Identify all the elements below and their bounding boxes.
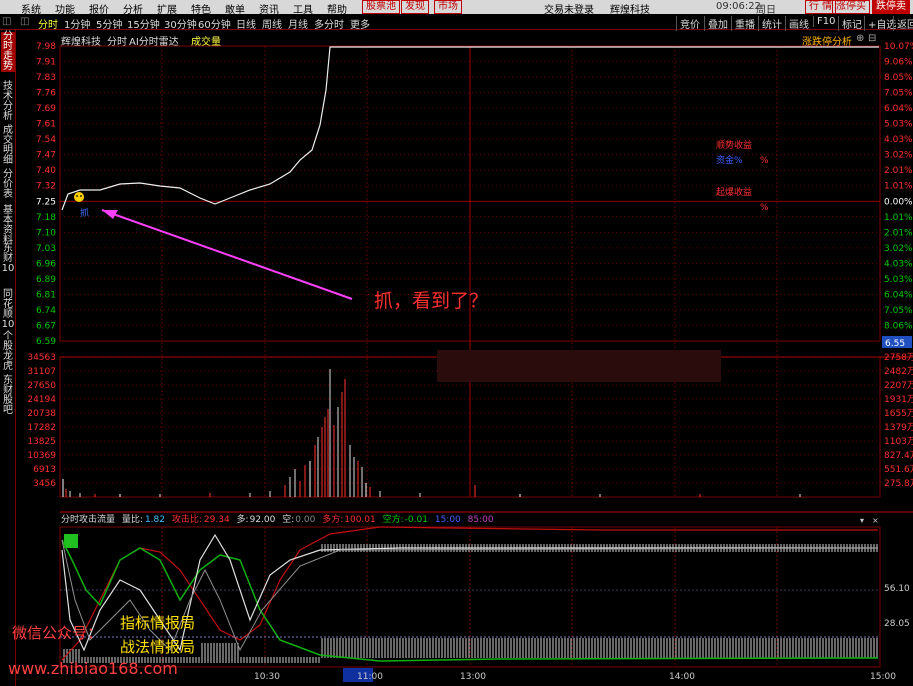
- catch-marker: 抓: [80, 207, 89, 219]
- watermark-wechat: 微信公众号：: [12, 624, 103, 642]
- price-tick: 6.74: [36, 306, 56, 316]
- pct-tick: 5.03%: [884, 120, 913, 130]
- volume-tick: 10369: [27, 451, 56, 461]
- info-overlay-box: [437, 350, 721, 382]
- volume-tick: 13825: [27, 437, 56, 447]
- close-indicator-icon: ×: [872, 516, 879, 525]
- price-tick: 6.81: [36, 290, 56, 300]
- volume-amount-tick: 2758万: [884, 353, 913, 363]
- volume-tick: 27650: [27, 381, 56, 391]
- pct-tick: 2.01%: [884, 228, 913, 238]
- annotation-arrow: [101, 209, 353, 300]
- pct-tick: 7.05%: [884, 89, 913, 99]
- pct-tick: 8.05%: [884, 73, 913, 83]
- price-tick: 7.61: [36, 120, 56, 130]
- volume-amount-tick: 1655万: [884, 409, 913, 419]
- price-tick: 6.89: [36, 275, 56, 285]
- volume-tick: 34563: [27, 353, 56, 363]
- price-tick: 7.47: [36, 151, 56, 161]
- volume-tick: 3456: [33, 479, 56, 489]
- annotation-breakout-gain: 起爆收益: [716, 186, 752, 198]
- pct-tick: 5.03%: [884, 275, 913, 285]
- pct-tick: 7.05%: [884, 306, 913, 316]
- watermark-name-2: 战法情报局: [120, 638, 196, 656]
- pct-tick: 1.01%: [884, 213, 913, 223]
- pct-tick: 1.01%: [884, 182, 913, 192]
- volume-amount-tick: 551.6万: [884, 465, 913, 475]
- trading-terminal: 系统 功能 报价 分析 扩展 特色 敢单 资讯 工具 帮助 股票池 发现 市场 …: [0, 0, 913, 686]
- annotation-pct-1: %: [760, 156, 769, 166]
- price-tick: 7.32: [36, 182, 56, 192]
- price-tick: 7.54: [36, 135, 56, 145]
- annotation-pct-2: %: [760, 203, 769, 213]
- pct-tick: 8.06%: [884, 321, 913, 331]
- collapse-icon: ▾: [860, 516, 864, 525]
- volume-amount-tick: 275.8万: [884, 479, 913, 489]
- price-tick: 7.91: [36, 58, 56, 68]
- time-axis-label: 10:30: [254, 672, 280, 682]
- pct-tick: 6.04%: [884, 104, 913, 114]
- pct-tick: 6.04%: [884, 290, 913, 300]
- price-tick: 7.25: [36, 197, 56, 207]
- price-tick: 7.98: [36, 42, 56, 52]
- volume-tick: 31107: [27, 367, 56, 377]
- watermark-url: www.zhibiao168.com: [8, 659, 178, 678]
- price-tick: 7.18: [36, 213, 56, 223]
- price-tick: 6.59: [36, 337, 56, 347]
- time-axis-label: 15:00: [870, 672, 896, 682]
- annotation-capital: 资金%: [716, 154, 743, 166]
- pct-tick: 0.00%: [884, 197, 913, 207]
- volume-tick: 24194: [27, 395, 56, 405]
- annotation-comment: 抓，看到了？: [374, 290, 488, 312]
- indicator-tick-high: 56.10: [884, 584, 910, 594]
- price-tick: 6.96: [36, 259, 56, 269]
- time-axis: 10:30 11:00 13:00 14:00 15:00: [254, 668, 896, 682]
- time-axis-label: 11:00: [357, 672, 383, 682]
- volume-amount-tick: 1931万: [884, 395, 913, 405]
- cursor-value: 6.55: [885, 339, 905, 349]
- price-tick: 7.83: [36, 73, 56, 83]
- volume-amount-tick: 2482万: [884, 367, 913, 377]
- price-tick: 6.67: [36, 321, 56, 331]
- pct-tick: 3.02%: [884, 244, 913, 254]
- pct-tick: 10.07%: [884, 42, 913, 52]
- volume-tick: 6913: [33, 465, 56, 475]
- pct-tick: 9.06%: [884, 58, 913, 68]
- volume-tick: 17282: [27, 423, 56, 433]
- indicator-header: 分时攻击流量 量比: 1.82 攻击比: 29.34 多:92.00 空:0.00 …: [61, 513, 494, 525]
- price-tick: 7.10: [36, 228, 56, 238]
- annotation-trend-gain: 顺势收益: [716, 139, 752, 151]
- pct-tick: 4.03%: [884, 135, 913, 145]
- indicator-tick-low: 28.05: [884, 619, 910, 629]
- watermark-name-1: 指标情报局: [120, 614, 196, 632]
- volume-amount-tick: 1379万: [884, 423, 913, 433]
- time-axis-label: 14:00: [669, 672, 695, 682]
- volume-tick: 20738: [27, 409, 56, 419]
- volume-amount-tick: 2207万: [884, 381, 913, 391]
- volume-amount-tick: 827.4万: [884, 451, 913, 461]
- volume-bars: [62, 369, 801, 497]
- price-tick: 7.76: [36, 89, 56, 99]
- pct-tick: 2.01%: [884, 166, 913, 176]
- price-tick: 7.40: [36, 166, 56, 176]
- smiley-marker-icon: [74, 192, 84, 202]
- price-tick: 7.03: [36, 244, 56, 254]
- volume-amount-tick: 1103万: [884, 437, 913, 447]
- pct-tick: 4.03%: [884, 259, 913, 269]
- time-axis-label: 13:00: [460, 672, 486, 682]
- price-tick: 7.69: [36, 104, 56, 114]
- chart-canvas: 7.98 10.07% 7.91 9.06% 7.83 8.05% 7.76 7.05% 7.6…: [27, 42, 913, 682]
- pct-tick: 3.02%: [884, 151, 913, 161]
